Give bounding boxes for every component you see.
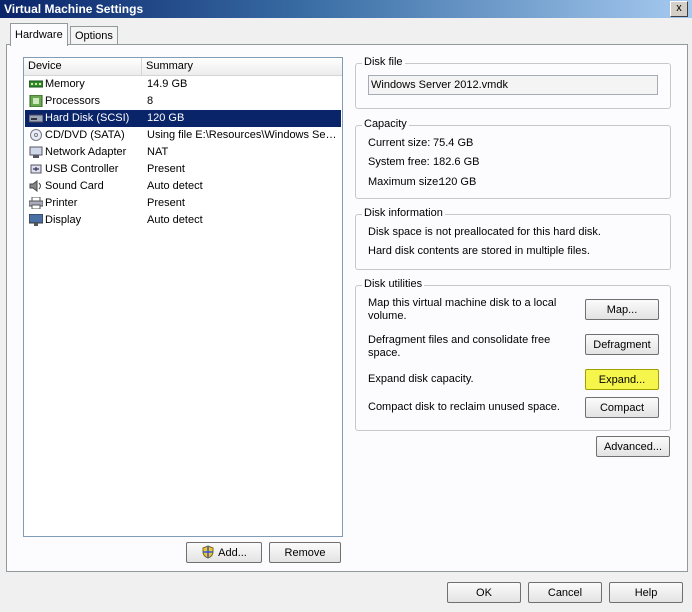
add-button-label: Add...	[218, 547, 247, 559]
sound-card-icon	[29, 180, 41, 192]
current-size-value: 75.4 GB	[433, 137, 474, 149]
device-name: Processors	[45, 95, 101, 107]
map-description-line-2: volume.	[368, 310, 407, 322]
device-row-processors[interactable]: Processors 8	[25, 93, 341, 110]
network-adapter-icon	[29, 146, 43, 158]
device-summary: 120 GB	[147, 112, 185, 124]
disk-file-field[interactable]: Windows Server 2012.vmdk	[368, 75, 658, 95]
column-header-device[interactable]: Device	[28, 60, 62, 72]
device-name: Hard Disk (SCSI)	[45, 112, 130, 124]
device-summary: 14.9 GB	[147, 78, 188, 90]
device-row-memory[interactable]: Memory 14.9 GB	[25, 76, 341, 93]
defragment-description-line-2: space.	[368, 347, 401, 359]
advanced-button[interactable]: Advanced...	[596, 436, 670, 457]
current-size-label: Current size:	[368, 137, 431, 149]
device-summary: Auto detect	[147, 180, 203, 192]
device-list[interactable]: Device Summary Memory 14.9 GB Processors…	[23, 57, 343, 537]
display-icon	[29, 214, 43, 226]
capacity-group: Capacity Current size: 75.4 GB System fr…	[355, 118, 671, 199]
device-row-network-adapter[interactable]: Network Adapter NAT	[25, 144, 341, 161]
column-header-summary[interactable]: Summary	[146, 60, 193, 72]
window-title: Virtual Machine Settings	[4, 2, 144, 16]
help-button[interactable]: Help	[609, 582, 683, 603]
device-summary: NAT	[147, 146, 169, 158]
column-divider[interactable]	[141, 58, 142, 75]
device-name: Network Adapter	[45, 146, 127, 158]
dialog-footer: OK Cancel Help	[0, 572, 692, 612]
disk-utilities-group: Disk utilities Map this virtual machine …	[355, 278, 671, 431]
device-name: USB Controller	[45, 163, 119, 175]
expand-button[interactable]: Expand...	[585, 369, 659, 390]
device-row-display[interactable]: Display Auto detect	[25, 212, 341, 229]
compact-description: Compact disk to reclaim unused space.	[368, 401, 560, 413]
hard-disk-icon	[29, 114, 43, 123]
remove-button[interactable]: Remove	[269, 542, 341, 563]
device-row-hard-disk[interactable]: Hard Disk (SCSI) 120 GB	[25, 110, 341, 127]
device-summary: Using file E:\Resources\Windows Server 2…	[147, 129, 339, 141]
shield-icon	[202, 545, 214, 559]
compact-button[interactable]: Compact	[585, 397, 659, 418]
maximum-size-label: Maximum size:	[368, 176, 442, 188]
tab-hardware[interactable]: Hardware	[10, 23, 68, 46]
printer-icon	[29, 197, 43, 209]
maximum-size-value: 120 GB	[439, 176, 477, 188]
cancel-button[interactable]: Cancel	[528, 582, 602, 603]
expand-description: Expand disk capacity.	[368, 373, 474, 385]
map-button[interactable]: Map...	[585, 299, 659, 320]
device-row-printer[interactable]: Printer Present	[25, 195, 341, 212]
device-name: Memory	[45, 78, 85, 90]
processor-icon	[29, 95, 43, 107]
capacity-label: Capacity	[362, 118, 409, 130]
add-button[interactable]: Add...	[186, 542, 262, 563]
device-summary: Present	[147, 163, 185, 175]
tab-options[interactable]: Options	[70, 26, 118, 45]
disk-information-label: Disk information	[362, 207, 445, 219]
disk-file-group: Disk file Windows Server 2012.vmdk	[355, 56, 671, 109]
ok-button[interactable]: OK	[447, 582, 521, 603]
device-summary: Present	[147, 197, 185, 209]
close-button[interactable]: x	[670, 1, 688, 17]
defragment-button[interactable]: Defragment	[585, 334, 659, 355]
disk-info-line-2: Hard disk contents are stored in multipl…	[368, 245, 590, 257]
device-summary: 8	[147, 95, 154, 107]
device-row-usb-controller[interactable]: USB Controller Present	[25, 161, 341, 178]
cd-dvd-icon	[30, 129, 42, 141]
disk-information-group: Disk information Disk space is not preal…	[355, 207, 671, 270]
memory-icon	[29, 80, 43, 88]
title-bar: Virtual Machine Settings x	[0, 0, 692, 18]
disk-info-line-1: Disk space is not preallocated for this …	[368, 226, 601, 238]
hardware-tab-panel: Device Summary Memory 14.9 GB Processors…	[6, 44, 688, 572]
device-row-cd-dvd[interactable]: CD/DVD (SATA) Using file E:\Resources\Wi…	[25, 127, 341, 144]
device-name: Sound Card	[45, 180, 104, 192]
defragment-description-line-1: Defragment files and consolidate free	[368, 334, 551, 346]
device-name: CD/DVD (SATA)	[45, 129, 125, 141]
map-description-line-1: Map this virtual machine disk to a local	[368, 297, 557, 309]
device-row-sound-card[interactable]: Sound Card Auto detect	[25, 178, 341, 195]
system-free-value: 182.6 GB	[433, 156, 480, 168]
device-name: Display	[45, 214, 82, 226]
device-list-header: Device Summary	[24, 58, 342, 76]
disk-utilities-label: Disk utilities	[362, 278, 425, 290]
system-free-label: System free:	[368, 156, 430, 168]
usb-icon	[30, 164, 42, 174]
device-name: Printer	[45, 197, 78, 209]
disk-file-label: Disk file	[362, 56, 405, 68]
device-summary: Auto detect	[147, 214, 203, 226]
